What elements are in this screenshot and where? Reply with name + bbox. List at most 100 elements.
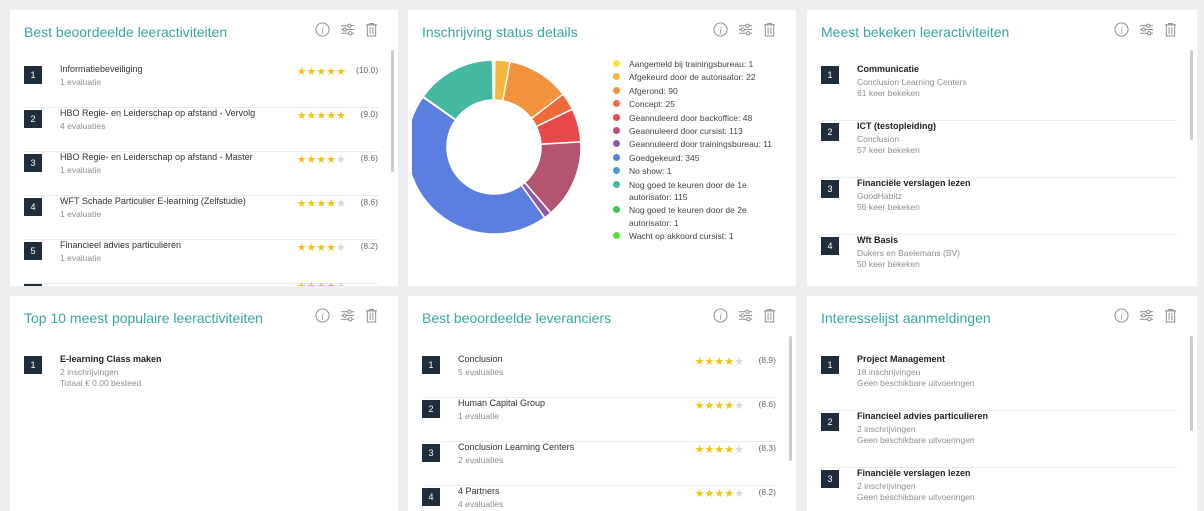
trash-icon[interactable] xyxy=(763,308,776,323)
item-name: Wft Basis xyxy=(857,235,899,245)
sliders-icon[interactable] xyxy=(340,22,355,37)
item-detail: Conclusion Learning Centers xyxy=(857,77,967,87)
legend-item[interactable]: Nog goed te keuren door de 1e autorisato… xyxy=(613,179,791,204)
rank-badge: 1 xyxy=(422,356,440,374)
trash-icon[interactable] xyxy=(763,22,776,37)
rank-badge: 4 xyxy=(24,198,42,216)
legend-item[interactable]: Afgerond: 90 xyxy=(613,85,791,97)
rank-badge: 1 xyxy=(821,66,839,84)
list-item[interactable]: 1 Project Management 18 inschrijvingen Geen… xyxy=(821,354,1177,411)
item-evaluations: 1 evaluatie xyxy=(60,253,102,263)
item-detail-2: Geen beschikbare uitvoeringen xyxy=(857,378,975,388)
scrollbar[interactable] xyxy=(1190,50,1193,140)
status-legend: Aangemeld bij trainingsbureau: 1 Afgekeur… xyxy=(613,58,791,244)
score: (8.6) xyxy=(360,153,378,163)
item-name: Financiële verslagen lezen xyxy=(857,178,971,188)
svg-text:i: i xyxy=(321,312,324,322)
rank-badge: 2 xyxy=(821,413,839,431)
star-rating: ★★★★★ xyxy=(296,66,346,78)
info-icon[interactable]: i xyxy=(315,308,330,323)
sliders-icon[interactable] xyxy=(738,22,753,37)
info-icon[interactable]: i xyxy=(1114,22,1129,37)
legend-dot xyxy=(613,60,620,67)
list-item[interactable]: 1 Conclusion 5 evaluaties ★★★★★ (8.9) xyxy=(422,354,776,398)
item-name: E-learning Class maken xyxy=(60,354,162,364)
item-detail-2: 56 keer bekeken xyxy=(857,202,920,212)
trash-icon[interactable] xyxy=(365,308,378,323)
legend-item[interactable]: Nog goed te keuren door de 2e autorisato… xyxy=(613,204,791,229)
list-item[interactable]: 2 ICT (testopleiding) Conclusion 57 keer be… xyxy=(821,121,1177,178)
scrollbar[interactable] xyxy=(789,336,792,461)
list-item[interactable]: 2 Human Capital Group 1 evaluatie ★★★★★ (8.6… xyxy=(422,398,776,442)
legend-item[interactable]: Goedgekeurd: 345 xyxy=(613,152,791,164)
card-title: Meest bekeken leeractiviteiten xyxy=(821,24,1010,40)
info-icon[interactable]: i xyxy=(713,308,728,323)
list-item[interactable]: 4 WFT Schade Particulier E-learning (Zelf… xyxy=(24,196,378,240)
scrollbar[interactable] xyxy=(391,50,394,172)
item-detail: 2 inschrijvingen xyxy=(60,367,119,377)
star-rating: ★★★★★ xyxy=(694,356,744,368)
score: (8.6) xyxy=(758,399,776,409)
legend-item[interactable]: Wacht op akkoord cursist: 1 xyxy=(613,230,791,242)
list-item-partial[interactable]: ★★★★★ xyxy=(24,281,378,286)
legend-dot xyxy=(613,153,620,161)
list-item[interactable]: 3 Conclusion Learning Centers 2 evaluaties… xyxy=(422,442,776,486)
legend-item[interactable]: Aangemeld bij trainingsbureau: 1 xyxy=(613,58,791,70)
list-item[interactable]: 3 Financiële verslagen lezen 2 inschrijvin… xyxy=(821,468,1177,511)
scrollbar[interactable] xyxy=(1190,336,1193,431)
rank-badge: 3 xyxy=(422,444,440,462)
card-best-rated-activities: Best beoordeelde leeractiviteiten i 1 Inf… xyxy=(10,10,398,286)
star-rating: ★★★★★ xyxy=(694,400,744,412)
info-icon[interactable]: i xyxy=(713,22,728,37)
star-rating: ★★★★★ xyxy=(694,444,744,456)
legend-dot xyxy=(613,73,620,81)
list-item[interactable]: 1 E-learning Class maken 2 inschrijvingen T… xyxy=(24,354,378,410)
card-title: Best beoordeelde leveranciers xyxy=(422,310,612,326)
item-evaluations: 1 evaluatie xyxy=(60,165,102,175)
legend-item[interactable]: Concept: 25 xyxy=(613,98,791,110)
list-item[interactable]: 4 Wft Basis Dukers en Baelemans (BV) 50 kee… xyxy=(821,235,1177,286)
rank-badge: 2 xyxy=(821,123,839,141)
list-item[interactable]: 1 Communicatie Conclusion Learning Centers… xyxy=(821,64,1177,121)
donut-slice[interactable] xyxy=(412,95,546,235)
rank-badge: 4 xyxy=(821,237,839,255)
list-item[interactable]: 5 Financieel advies particulieren 1 evalua… xyxy=(24,240,378,284)
info-icon[interactable]: i xyxy=(315,22,330,37)
item-text: 4 Partners 4 evaluaties xyxy=(458,486,695,510)
trash-icon[interactable] xyxy=(1164,22,1177,37)
trash-icon[interactable] xyxy=(1164,308,1177,323)
donut-slice[interactable] xyxy=(492,59,495,101)
legend-label: Nog goed te keuren door de 1e autorisato… xyxy=(629,179,747,203)
legend-item[interactable]: Geannuleerd door trainingsbureau: 11 xyxy=(613,138,791,150)
item-detail-2: Geen beschikbare uitvoeringen xyxy=(857,492,975,502)
list-item[interactable]: 1 Informatiebeveiliging 1 evaluatie ★★★★★ (1… xyxy=(24,64,378,108)
list-item[interactable]: 4 4 Partners 4 evaluaties ★★★★★ (8.2) xyxy=(422,486,776,511)
star-rating: ★★★★★ xyxy=(296,198,346,210)
legend-item[interactable]: No show: 1 xyxy=(613,165,791,177)
sliders-icon[interactable] xyxy=(1139,22,1154,37)
sliders-icon[interactable] xyxy=(340,308,355,323)
item-detail-2: Geen beschikbare uitvoeringen xyxy=(857,435,975,445)
rank-badge xyxy=(24,284,42,286)
legend-item[interactable]: Geannuleerd door cursist: 113 xyxy=(613,125,791,137)
svg-text:i: i xyxy=(1120,26,1123,36)
list-item[interactable]: 3 HBO Regie- en Leiderschap op afstand - … xyxy=(24,152,378,196)
trash-icon[interactable] xyxy=(365,22,378,37)
list-item[interactable]: 2 HBO Regie- en Leiderschap op afstand - … xyxy=(24,108,378,152)
legend-item[interactable]: Geannuleerd door backoffice: 48 xyxy=(613,112,791,124)
svg-text:i: i xyxy=(1120,312,1123,322)
card-title: Inschrijving status details xyxy=(422,24,578,40)
info-icon[interactable]: i xyxy=(1114,308,1129,323)
svg-text:i: i xyxy=(719,312,722,322)
list-item[interactable]: 2 Financieel advies particulieren 2 inschr… xyxy=(821,411,1177,468)
legend-dot xyxy=(613,140,620,148)
sliders-icon[interactable] xyxy=(1139,308,1154,323)
sliders-icon[interactable] xyxy=(738,308,753,323)
list-item[interactable]: 3 Financiële verslagen lezen GoodHabitz 56 … xyxy=(821,178,1177,235)
rank-badge: 1 xyxy=(821,356,839,374)
item-text: Financiële verslagen lezen GoodHabitz 56 k… xyxy=(857,178,1177,213)
score: (10.0) xyxy=(356,65,379,75)
item-text: Conclusion 5 evaluaties xyxy=(458,354,695,378)
legend-item[interactable]: Afgekeurd door de autorisator: 22 xyxy=(613,71,791,83)
item-evaluations: 1 evaluatie xyxy=(458,411,500,421)
